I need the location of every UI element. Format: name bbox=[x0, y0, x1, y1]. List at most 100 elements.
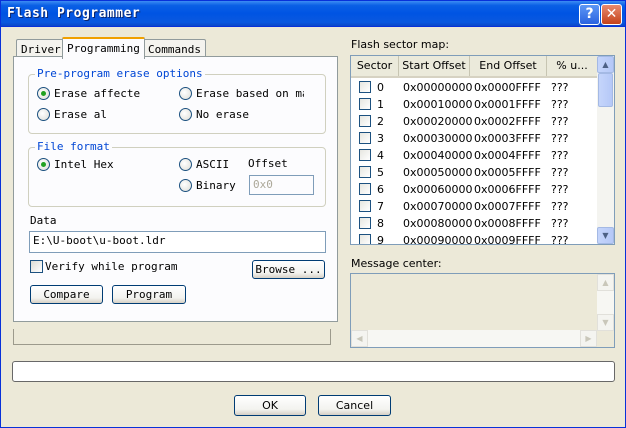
ascii-radio[interactable] bbox=[179, 158, 192, 171]
message-center-box[interactable]: ▲ ▼ ◀ ▶ bbox=[350, 273, 615, 348]
end-offset-cell: 0x0008FFFF bbox=[474, 217, 541, 230]
sector-cell: 0 bbox=[377, 81, 384, 94]
start-offset-cell: 0x00080000 bbox=[403, 217, 473, 230]
table-row[interactable]: 8 0x00080000 0x0008FFFF??? bbox=[351, 215, 597, 232]
used-cell: ??? bbox=[551, 132, 569, 145]
erase-all-radio[interactable] bbox=[37, 108, 50, 121]
start-offset-cell: 0x00050000 bbox=[403, 166, 473, 179]
used-cell: ??? bbox=[551, 81, 569, 94]
sector-select-checkbox[interactable] bbox=[359, 115, 371, 127]
end-offset-cell: 0x0009FFFF bbox=[474, 234, 541, 245]
col-used[interactable]: % u... bbox=[547, 56, 597, 76]
panel-footer-strip bbox=[13, 329, 331, 345]
data-path-input[interactable]: E:\U-boot\u-boot.ldr bbox=[29, 231, 326, 253]
offset-input[interactable]: 0x0 bbox=[249, 175, 314, 195]
message-horizontal-scrollbar[interactable]: ◀ ▶ bbox=[351, 330, 597, 347]
scroll-up-button[interactable]: ▲ bbox=[597, 56, 614, 73]
table-row[interactable]: 1 0x00010000 0x0001FFFF??? bbox=[351, 96, 597, 113]
chevron-down-icon: ▼ bbox=[602, 318, 609, 327]
sector-select-checkbox[interactable] bbox=[359, 149, 371, 161]
cancel-button-label: Cancel bbox=[335, 399, 374, 412]
message-scroll-right-button[interactable]: ▶ bbox=[580, 330, 597, 347]
close-icon: ✕ bbox=[605, 6, 618, 22]
compare-button[interactable]: Compare bbox=[30, 285, 103, 304]
ok-button-label: OK bbox=[262, 399, 278, 412]
sector-select-checkbox[interactable] bbox=[359, 200, 371, 212]
sector-map-label: Flash sector map: bbox=[351, 38, 450, 51]
table-row[interactable]: 7 0x00070000 0x0007FFFF??? bbox=[351, 198, 597, 215]
sector-select-checkbox[interactable] bbox=[359, 166, 371, 178]
verify-checkbox[interactable] bbox=[30, 260, 43, 273]
table-row[interactable]: 9 0x00090000 0x0009FFFF??? bbox=[351, 232, 597, 245]
erase-map-radio[interactable] bbox=[179, 87, 192, 100]
used-cell: ??? bbox=[551, 98, 569, 111]
message-scroll-up-button[interactable]: ▲ bbox=[597, 274, 614, 291]
sector-select-checkbox[interactable] bbox=[359, 183, 371, 195]
intel-hex-radio[interactable] bbox=[37, 158, 50, 171]
sector-select-checkbox[interactable] bbox=[359, 132, 371, 144]
end-offset-cell: 0x0006FFFF bbox=[474, 183, 541, 196]
table-row[interactable]: 2 0x00020000 0x0002FFFF??? bbox=[351, 113, 597, 130]
file-format-legend: File format bbox=[35, 140, 112, 153]
table-row[interactable]: 3 0x00030000 0x0003FFFF??? bbox=[351, 130, 597, 147]
browse-button-label: Browse ... bbox=[255, 263, 322, 276]
col-end-offset[interactable]: End Offset bbox=[470, 56, 547, 76]
start-offset-cell: 0x00040000 bbox=[403, 149, 473, 162]
help-button[interactable]: ? bbox=[579, 4, 600, 25]
tab-driver-label: Driver bbox=[21, 43, 61, 56]
erase-all-label: Erase all bbox=[54, 108, 106, 121]
sector-cell: 4 bbox=[377, 149, 384, 162]
ok-button[interactable]: OK bbox=[234, 395, 306, 416]
end-offset-cell: 0x0005FFFF bbox=[474, 166, 541, 179]
used-cell: ??? bbox=[551, 115, 569, 128]
sector-cell: 8 bbox=[377, 217, 384, 230]
start-offset-cell: 0x00010000 bbox=[403, 98, 473, 111]
table-row[interactable]: 4 0x00040000 0x0004FFFF??? bbox=[351, 147, 597, 164]
program-button-label: Program bbox=[125, 288, 173, 301]
offset-label: Offset bbox=[248, 157, 288, 170]
sector-select-checkbox[interactable] bbox=[359, 81, 371, 93]
erase-options-group: Pre-program erase options Erase affecte … bbox=[28, 67, 326, 134]
sector-cell: 9 bbox=[377, 234, 384, 245]
table-row[interactable]: 0 0x00000000 0x0000FFFF??? bbox=[351, 79, 597, 96]
program-button[interactable]: Program bbox=[112, 285, 186, 304]
used-cell: ??? bbox=[551, 149, 569, 162]
table-row[interactable]: 6 0x00060000 0x0006FFFF??? bbox=[351, 181, 597, 198]
tab-commands-label: Commands bbox=[148, 43, 201, 56]
erase-affected-radio[interactable] bbox=[37, 87, 50, 100]
message-scroll-left-button[interactable]: ◀ bbox=[351, 330, 368, 347]
sector-map-table[interactable]: Sector Start Offset End Offset % u... 00… bbox=[350, 55, 615, 245]
no-erase-label: No erase bbox=[196, 108, 249, 121]
intel-hex-label: Intel Hex bbox=[54, 158, 114, 171]
sector-select-checkbox[interactable] bbox=[359, 217, 371, 229]
start-offset-cell: 0x00070000 bbox=[403, 200, 473, 213]
col-start-offset[interactable]: Start Offset bbox=[399, 56, 470, 76]
sector-cell: 5 bbox=[377, 166, 384, 179]
sector-select-checkbox[interactable] bbox=[359, 98, 371, 110]
chevron-up-icon: ▲ bbox=[602, 60, 609, 69]
sector-select-checkbox[interactable] bbox=[359, 234, 371, 244]
col-sector[interactable]: Sector bbox=[351, 56, 399, 76]
cancel-button[interactable]: Cancel bbox=[318, 395, 391, 416]
browse-button[interactable]: Browse ... bbox=[252, 260, 325, 279]
flash-programmer-window: Flash Programmer ? ✕ Driver Programming … bbox=[0, 0, 626, 428]
chevron-left-icon: ◀ bbox=[356, 334, 363, 343]
table-row[interactable]: 5 0x00050000 0x0005FFFF??? bbox=[351, 164, 597, 181]
start-offset-cell: 0x00090000 bbox=[403, 234, 473, 245]
scroll-thumb[interactable] bbox=[598, 73, 613, 107]
data-path-value: E:\U-boot\u-boot.ldr bbox=[33, 234, 166, 247]
title-bar[interactable]: Flash Programmer ? ✕ bbox=[1, 1, 625, 27]
end-offset-cell: 0x0000FFFF bbox=[474, 81, 541, 94]
close-button[interactable]: ✕ bbox=[601, 4, 622, 25]
binary-radio[interactable] bbox=[179, 179, 192, 192]
scroll-down-button[interactable]: ▼ bbox=[597, 227, 614, 244]
file-format-group: File format Intel Hex ASCII Offset Binar… bbox=[28, 140, 326, 207]
sector-cell: 2 bbox=[377, 115, 384, 128]
sector-map-scrollbar[interactable]: ▲ ▼ bbox=[597, 56, 614, 244]
start-offset-cell: 0x00000000 bbox=[403, 81, 473, 94]
message-vertical-scrollbar[interactable]: ▲ ▼ bbox=[597, 274, 614, 331]
tab-programming[interactable]: Programming bbox=[62, 37, 145, 59]
sector-map-header: Sector Start Offset End Offset % u... bbox=[351, 56, 597, 78]
message-scroll-down-button[interactable]: ▼ bbox=[597, 314, 614, 331]
no-erase-radio[interactable] bbox=[179, 108, 192, 121]
